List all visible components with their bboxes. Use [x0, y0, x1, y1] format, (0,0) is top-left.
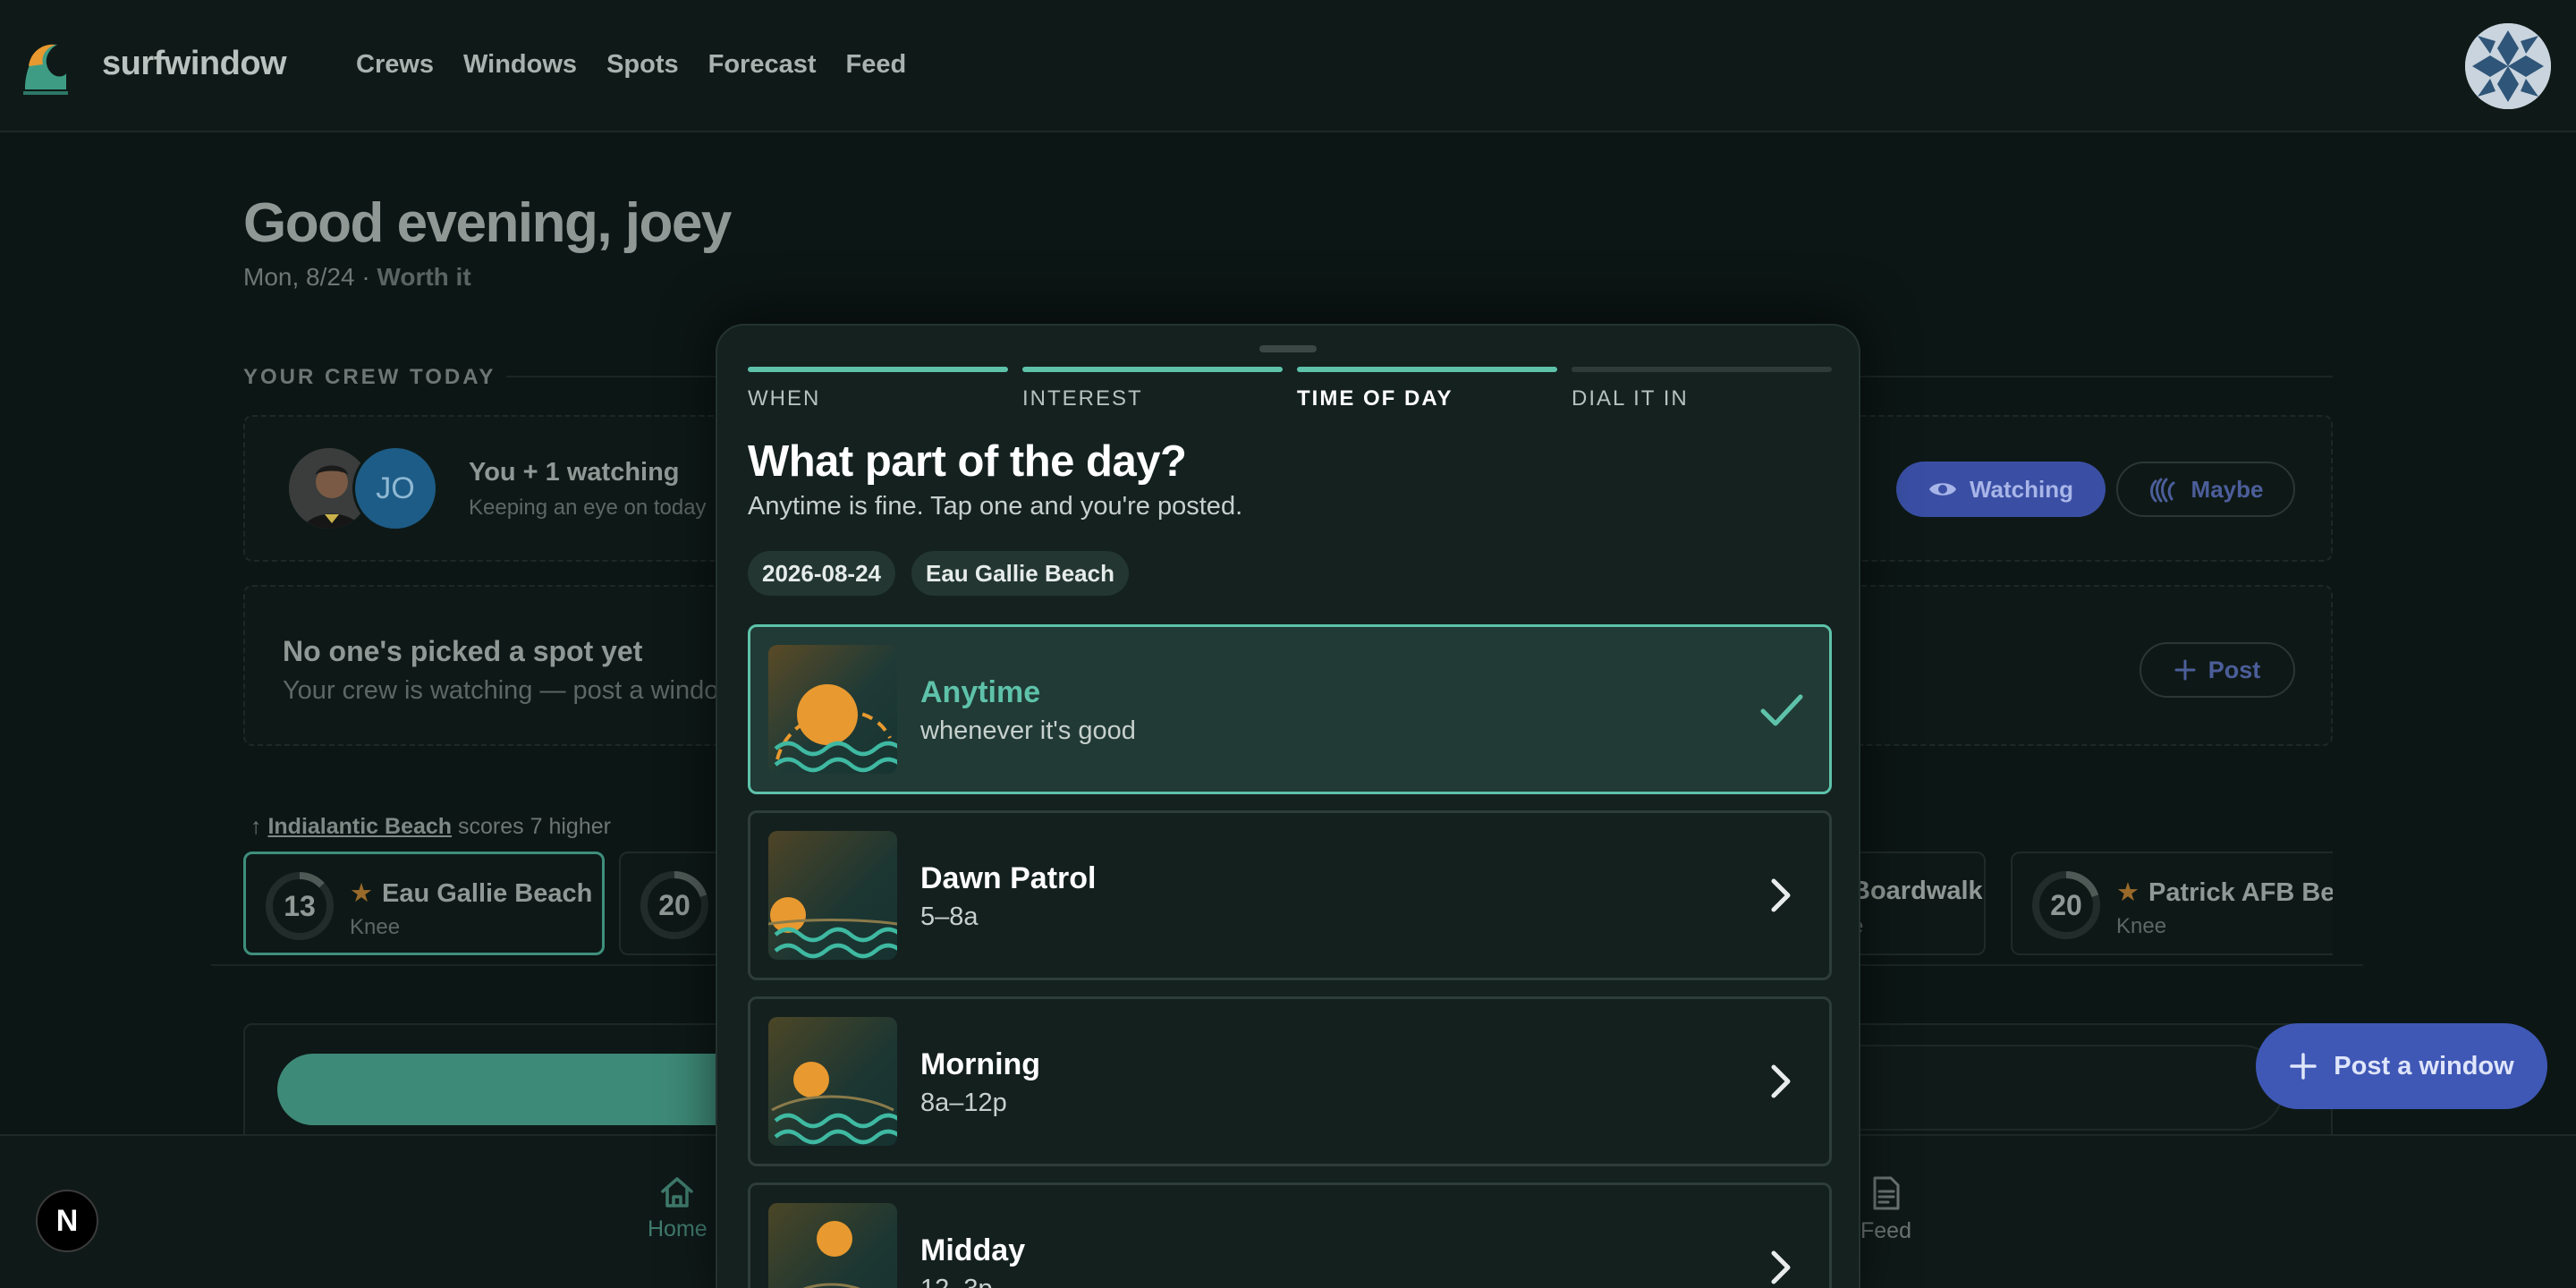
date-chip[interactable]: 2026-08-24	[748, 551, 895, 596]
spot-score: 20	[658, 888, 691, 921]
post-window-fab[interactable]: Post a window	[2256, 1023, 2547, 1109]
greeting-title: Good evening, joey	[243, 192, 732, 254]
nav-spots[interactable]: Spots	[606, 50, 679, 80]
crew-section-title: YOUR CREW TODAY	[243, 365, 496, 389]
step-time-of-day[interactable]: TIME OF DAY	[1297, 367, 1557, 411]
watching-count: You + 1 watching	[469, 458, 680, 487]
dev-tools-badge[interactable]: N	[36, 1190, 98, 1252]
option-midday[interactable]: Midday 12–3p	[748, 1182, 1832, 1288]
spot-score: 20	[2050, 888, 2082, 921]
top-navbar: surfwindow Crews Windows Spots Forecast …	[0, 0, 2576, 132]
hint-text: scores 7 higher	[458, 814, 611, 839]
home-icon	[661, 1177, 694, 1208]
post-button-label: Post	[2207, 656, 2261, 683]
option-name: Dawn Patrol	[920, 861, 1097, 895]
spot-score: 13	[284, 889, 316, 922]
step-label: DIAL IT IN	[1572, 386, 1689, 411]
sun-arc-waves-icon	[768, 645, 897, 774]
spot-name: ★ Eau Gallie Beach	[350, 879, 593, 908]
option-time: whenever it's good	[920, 716, 1136, 745]
user-avatar[interactable]	[2465, 23, 2551, 109]
worth-it-status: Worth it	[377, 263, 471, 291]
step-progress: WHEN INTEREST TIME OF DAY DIAL IT IN	[748, 367, 1832, 411]
option-name: Anytime	[920, 675, 1041, 709]
maybe-button[interactable]: Maybe	[2116, 462, 2295, 517]
option-dawn-patrol[interactable]: Dawn Patrol 5–8a	[748, 810, 1832, 980]
chevron-right-icon	[1771, 878, 1791, 912]
nav-feed[interactable]: Feed	[846, 50, 907, 80]
brand-name[interactable]: surfwindow	[102, 45, 287, 83]
nav-crews[interactable]: Crews	[356, 50, 434, 80]
chevron-right-icon	[1771, 1064, 1791, 1098]
selection-chips: 2026-08-24 Eau Gallie Beach	[748, 551, 1129, 596]
step-label: INTEREST	[1022, 386, 1143, 411]
tab-feed[interactable]: Feed	[1860, 1175, 1911, 1244]
option-time: 12–3p	[920, 1275, 993, 1288]
forecast-bar[interactable]	[277, 1054, 778, 1125]
wave-hand-icon	[2149, 478, 2175, 503]
dateline-separator: ·	[361, 263, 370, 291]
joey-initials-avatar[interactable]: JO	[352, 445, 438, 531]
no-spot-subtitle: Your crew is watching — post a windo	[283, 676, 719, 705]
checkmark-icon	[1760, 694, 1803, 726]
score-hint: ↑ Indialantic Beach scores 7 higher	[250, 814, 611, 840]
watching-button[interactable]: Watching	[1896, 462, 2106, 517]
watching-subtitle: Keeping an eye on today	[469, 496, 707, 520]
step-label: TIME OF DAY	[1297, 386, 1453, 411]
spot-size: Knee	[2116, 914, 2167, 938]
greeting-dateline: Mon, 8/24 · Worth it	[243, 263, 471, 292]
watching-button-label: Watching	[1969, 475, 2074, 503]
main-nav: Crews Windows Spots Forecast Feed	[356, 50, 906, 80]
step-bar	[1022, 367, 1283, 372]
pattern-avatar-icon	[2465, 23, 2551, 109]
spot-name: ★ Patrick AFB Bea	[2116, 878, 2333, 907]
midday-sun-icon	[768, 1203, 897, 1288]
step-when[interactable]: WHEN	[748, 367, 1008, 411]
spot-chip[interactable]: Eau Gallie Beach	[911, 551, 1129, 596]
no-spot-title: No one's picked a spot yet	[283, 635, 643, 667]
wave-logo-icon[interactable]	[20, 36, 70, 97]
plus-icon	[2174, 659, 2196, 681]
spot-card-patrick-afb[interactable]: 20 ★ Patrick AFB Bea Knee	[2011, 852, 2333, 955]
option-time: 8a–12p	[920, 1089, 1007, 1117]
sheet-subtitle: Anytime is fine. Tap one and you're post…	[748, 492, 1243, 521]
option-anytime[interactable]: Anytime whenever it's good	[748, 624, 1832, 794]
time-of-day-sheet: WHEN INTEREST TIME OF DAY DIAL IT IN Wha…	[716, 324, 1860, 1288]
eye-icon	[1928, 483, 1956, 496]
nav-forecast[interactable]: Forecast	[708, 50, 817, 80]
step-bar	[1572, 367, 1832, 372]
plus-icon	[2290, 1053, 2318, 1080]
option-morning[interactable]: Morning 8a–12p	[748, 996, 1832, 1166]
spot-name: Boardwalk	[1852, 877, 1983, 905]
tab-home-label: Home	[648, 1216, 708, 1241]
hint-spot-link[interactable]: Indialantic Beach	[267, 814, 452, 839]
morning-sun-waves-icon	[768, 1017, 897, 1146]
option-name: Midday	[920, 1233, 1026, 1267]
spot-size: Knee	[350, 915, 401, 939]
step-bar	[1297, 367, 1557, 372]
greeting-date: Mon, 8/24	[243, 263, 355, 291]
chevron-right-icon	[1771, 1250, 1791, 1284]
option-name: Morning	[920, 1047, 1041, 1081]
arrow-up-icon: ↑	[250, 814, 262, 839]
tab-home[interactable]: Home	[648, 1175, 708, 1242]
maybe-button-label: Maybe	[2190, 475, 2264, 503]
sheet-drag-handle[interactable]	[1259, 345, 1317, 352]
sheet-title: What part of the day?	[748, 437, 1187, 486]
step-interest[interactable]: INTEREST	[1022, 367, 1283, 411]
spot-card-eau-gallie[interactable]: 13 ★ Eau Gallie Beach Knee	[243, 852, 605, 955]
document-icon	[1873, 1176, 1900, 1210]
sunrise-waves-icon	[768, 831, 897, 960]
star-icon: ★	[350, 879, 373, 908]
step-bar	[748, 367, 1008, 372]
nav-windows[interactable]: Windows	[463, 50, 577, 80]
post-button[interactable]: Post	[2140, 642, 2295, 698]
star-icon: ★	[2116, 878, 2140, 907]
fab-label: Post a window	[2334, 1051, 2514, 1080]
step-label: WHEN	[748, 386, 821, 411]
tab-feed-label: Feed	[1860, 1218, 1911, 1243]
step-dial-it-in[interactable]: DIAL IT IN	[1572, 367, 1832, 411]
option-time: 5–8a	[920, 902, 979, 931]
